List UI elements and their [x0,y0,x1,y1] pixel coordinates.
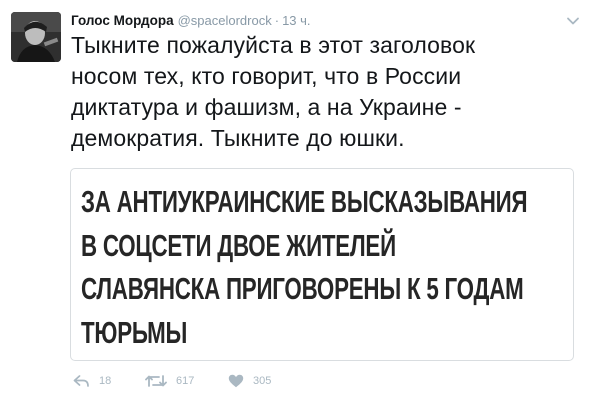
reply-count: 18 [99,375,112,387]
reply-icon [73,375,89,387]
tweet[interactable]: Голос Мордора @spacelordrock · 13 ч. Тык… [0,0,595,405]
tweet-text-line: Тыкните пожалуйста в этот заголовок [71,32,476,58]
retweet-count: 617 [176,375,195,387]
tweet-timestamp[interactable]: 13 ч. [282,12,310,30]
media-headline: ЗА АНТИУКРАИНСКИЕ ВЫСКАЗЫВАНИЯ В СОЦСЕТИ… [81,180,528,354]
header-separator: · [274,13,280,28]
headline-line: ТЮРЬМЫ [81,314,188,350]
headline-line: В СОЦСЕТИ ДВОЕ ЖИТЕЛЕЙ [81,227,396,263]
avatar[interactable] [11,12,61,62]
heart-icon [228,374,244,388]
tweet-text-line: демократия. Тыкните до юшки. [71,125,405,151]
headline-line: СЛАВЯНСКА ПРИГОВОРЕНЫ К 5 ГОДАМ [81,271,524,306]
retweet-button[interactable]: 617 [145,374,228,388]
like-button[interactable]: 305 [228,374,288,388]
tweet-menu-button[interactable] [566,14,580,28]
reply-button[interactable]: 18 [73,374,145,388]
retweet-icon [145,375,167,387]
chevron-down-icon [567,17,579,25]
author-name[interactable]: Голос Мордора [71,12,174,30]
tweet-header: Голос Мордора @spacelordrock · 13 ч. [71,12,311,30]
tweet-text-line: носом тех, кто говорит, что в России [71,63,462,89]
headline-line: ЗА АНТИУКРАИНСКИЕ ВЫСКАЗЫВАНИЯ [81,184,528,219]
tweet-actions: 18 617 305 [73,372,288,390]
like-count: 305 [253,375,272,387]
avatar-image [11,12,61,62]
tweet-text-line: диктатура и фашизм, а на Украине - [71,94,462,120]
author-handle[interactable]: @spacelordrock [178,12,272,30]
media-image[interactable]: ЗА АНТИУКРАИНСКИЕ ВЫСКАЗЫВАНИЯ В СОЦСЕТИ… [70,168,574,361]
tweet-text: Тыкните пожалуйста в этот заголовок носо… [71,30,561,154]
